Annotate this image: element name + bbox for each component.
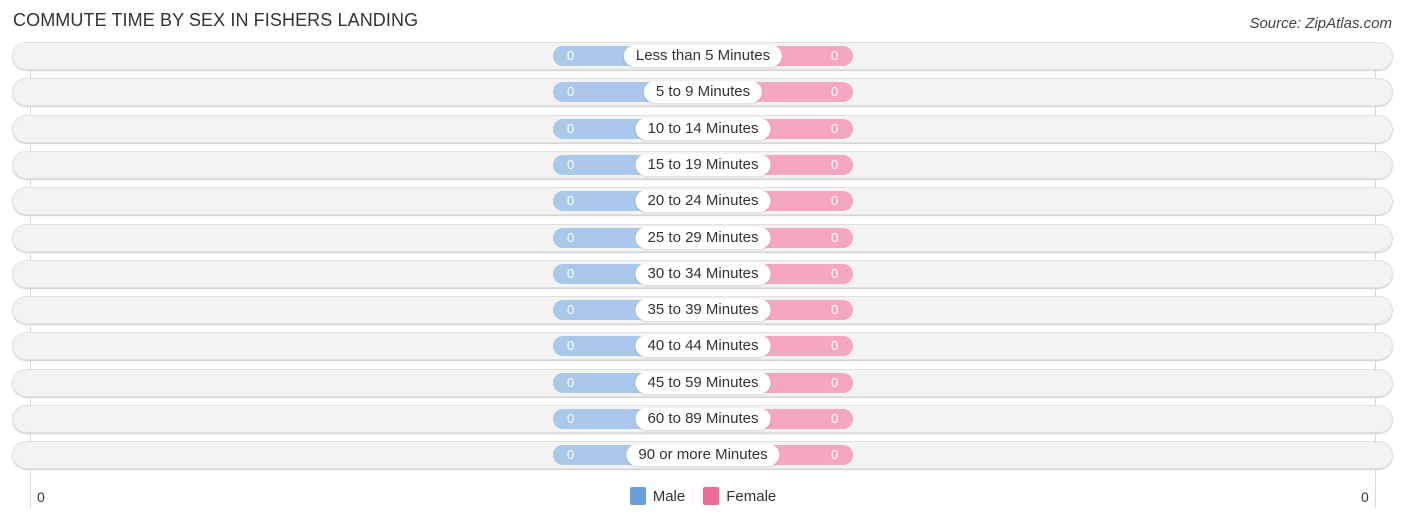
chart-row: 0 0 Less than 5 Minutes (12, 42, 1393, 70)
value-label-female: 0 (831, 374, 839, 390)
value-label-male: 0 (567, 302, 575, 318)
category-label: 10 to 14 Minutes (635, 117, 771, 140)
category-label: Less than 5 Minutes (623, 45, 783, 67)
source-credit: Source: ZipAtlas.com (1249, 15, 1392, 32)
value-label-male: 0 (567, 374, 575, 390)
legend-item-female[interactable]: Female (703, 487, 776, 505)
value-label-male: 0 (567, 411, 575, 426)
value-label-female: 0 (831, 120, 839, 136)
legend: Male Female (0, 487, 1406, 505)
chart-row: 0 0 40 to 44 Minutes (12, 332, 1393, 361)
value-label-male: 0 (567, 447, 575, 463)
category-label: 45 to 59 Minutes (635, 371, 771, 394)
value-label-female: 0 (831, 302, 839, 318)
value-label-male: 0 (567, 156, 575, 172)
chart-row: 0 0 90 or more Minutes (12, 441, 1393, 470)
value-label-male: 0 (567, 193, 575, 209)
chart-row: 0 0 10 to 14 Minutes (12, 114, 1393, 143)
legend-item-male[interactable]: Male (629, 487, 686, 505)
value-label-male: 0 (567, 48, 575, 63)
chart-row: 0 0 20 to 24 Minutes (12, 187, 1393, 216)
value-label-female: 0 (831, 447, 839, 463)
value-label-male: 0 (567, 265, 575, 281)
value-label-male: 0 (567, 229, 575, 245)
chart-row: 0 0 35 to 39 Minutes (12, 296, 1393, 325)
category-label: 60 to 89 Minutes (635, 408, 771, 430)
category-label: 30 to 34 Minutes (635, 262, 771, 285)
legend-label-female: Female (726, 487, 777, 505)
value-label-female: 0 (831, 265, 839, 281)
chart-row: 0 0 15 to 19 Minutes (12, 150, 1393, 179)
category-label: 25 to 29 Minutes (635, 226, 771, 249)
legend-swatch-male (629, 487, 646, 505)
value-label-male: 0 (567, 120, 575, 136)
legend-label-male: Male (652, 487, 686, 505)
value-label-male: 0 (567, 338, 575, 354)
value-label-female: 0 (831, 84, 839, 100)
legend-swatch-female (703, 487, 720, 505)
chart-row: 0 0 5 to 9 Minutes (12, 78, 1393, 107)
chart-title: COMMUTE TIME BY SEX IN FISHERS LANDING (13, 10, 419, 30)
chart-row: 0 0 60 to 89 Minutes (12, 405, 1393, 433)
value-label-female: 0 (831, 229, 839, 245)
category-label: 5 to 9 Minutes (643, 81, 763, 104)
value-label-male: 0 (567, 84, 575, 100)
chart-row: 0 0 25 to 29 Minutes (12, 223, 1393, 252)
value-label-female: 0 (831, 411, 839, 426)
value-label-female: 0 (831, 48, 839, 63)
chart-row: 0 0 45 to 59 Minutes (12, 368, 1393, 397)
chart-row: 0 0 30 to 34 Minutes (12, 259, 1393, 288)
category-label: 15 to 19 Minutes (635, 153, 771, 176)
category-label: 35 to 39 Minutes (635, 299, 771, 322)
category-label: 20 to 24 Minutes (635, 190, 771, 213)
category-label: 40 to 44 Minutes (635, 335, 771, 358)
value-label-female: 0 (831, 156, 839, 172)
value-label-female: 0 (831, 338, 839, 354)
category-label: 90 or more Minutes (626, 444, 780, 467)
value-label-female: 0 (831, 193, 839, 209)
